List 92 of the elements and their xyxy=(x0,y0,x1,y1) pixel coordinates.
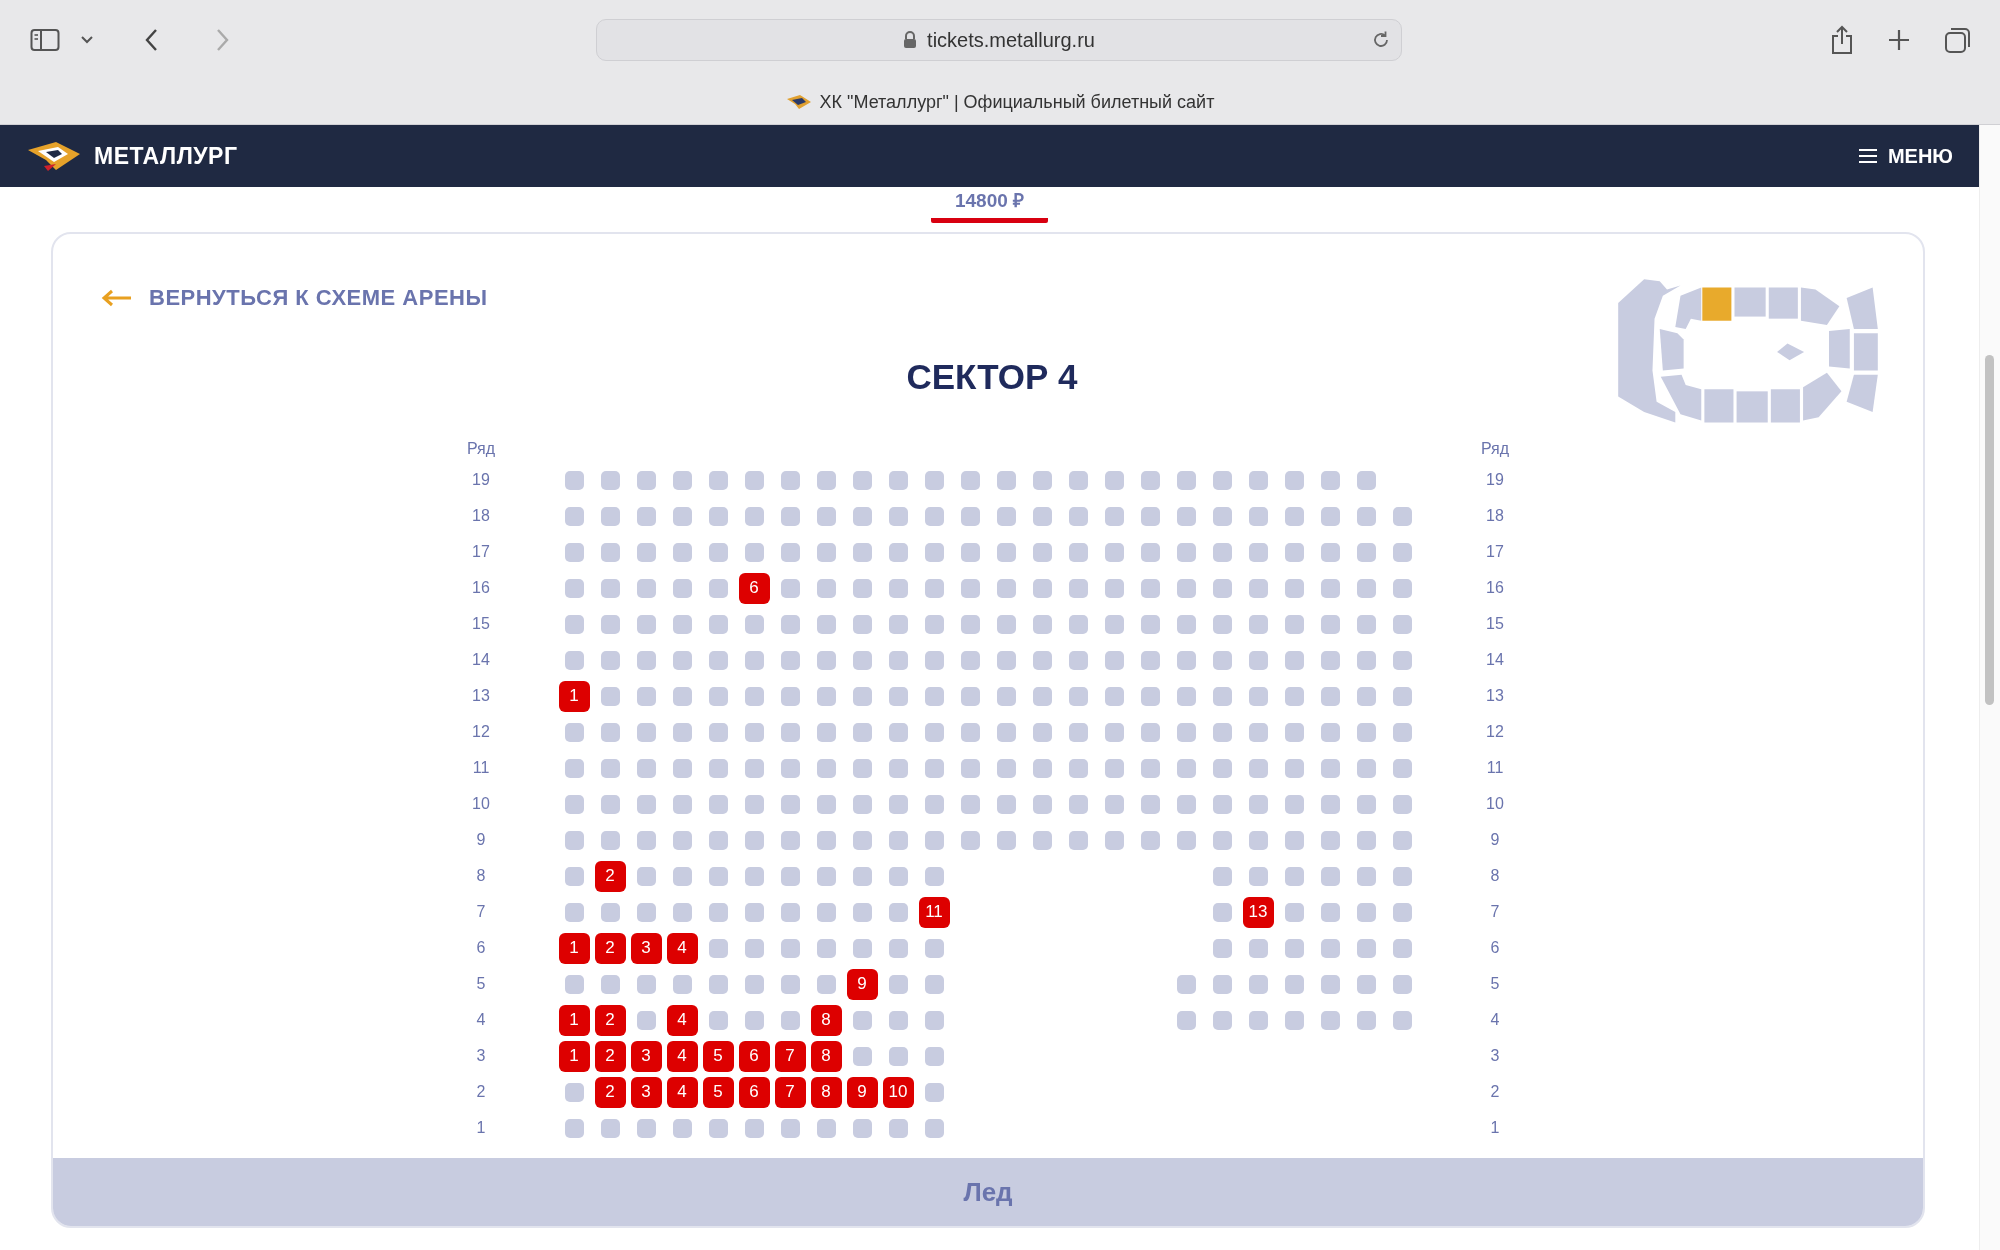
logo-icon xyxy=(785,93,812,111)
url-text: tickets.metallurg.ru xyxy=(927,28,1095,52)
row-number: 9 xyxy=(475,831,487,849)
available-seat[interactable]: 3 xyxy=(630,1040,662,1072)
row-heading: Ряд xyxy=(465,440,497,458)
row-number: 9 xyxy=(1489,831,1501,849)
available-seat[interactable]: 8 xyxy=(810,1076,842,1108)
row-number: 15 xyxy=(471,615,491,633)
available-seat[interactable]: 6 xyxy=(738,572,770,604)
row-number: 2 xyxy=(1489,1083,1501,1101)
menu-icon xyxy=(1857,148,1878,164)
row-number: 18 xyxy=(471,507,491,525)
available-seat[interactable]: 4 xyxy=(666,1004,698,1036)
row-number: 8 xyxy=(1489,867,1501,885)
row-number: 11 xyxy=(471,759,491,777)
menu-button[interactable]: МЕНЮ xyxy=(1857,140,1953,172)
row-number: 12 xyxy=(1485,723,1505,741)
row-number: 5 xyxy=(1489,975,1501,993)
row-number: 19 xyxy=(1485,471,1505,489)
row-number: 1 xyxy=(1489,1119,1501,1137)
available-seat[interactable]: 1 xyxy=(558,932,590,964)
row-number: 15 xyxy=(1485,615,1505,633)
row-number: 6 xyxy=(1489,939,1501,957)
available-seat[interactable]: 2 xyxy=(594,1004,626,1036)
available-seat[interactable]: 6 xyxy=(738,1076,770,1108)
available-seat[interactable]: 9 xyxy=(846,1076,878,1108)
row-number: 2 xyxy=(475,1083,487,1101)
row-number: 17 xyxy=(1485,543,1505,561)
row-heading: Ряд xyxy=(1479,440,1511,458)
available-seat[interactable]: 3 xyxy=(630,1076,662,1108)
sidebar-icon[interactable] xyxy=(30,28,60,52)
available-seat[interactable]: 1 xyxy=(558,1004,590,1036)
row-number: 13 xyxy=(471,687,491,705)
available-seat[interactable]: 10 xyxy=(882,1076,914,1108)
available-seat[interactable]: 2 xyxy=(594,860,626,892)
available-seat[interactable]: 8 xyxy=(810,1004,842,1036)
row-number: 14 xyxy=(1485,651,1505,669)
row-number: 16 xyxy=(1485,579,1505,597)
available-seat[interactable]: 13 xyxy=(1242,896,1274,928)
row-number: 3 xyxy=(1489,1047,1501,1065)
address-bar[interactable]: tickets.metallurg.ru xyxy=(596,19,1402,61)
available-seat[interactable]: 4 xyxy=(666,1040,698,1072)
row-number: 6 xyxy=(475,939,487,957)
available-seat[interactable]: 4 xyxy=(666,1076,698,1108)
available-seat[interactable]: 3 xyxy=(630,932,662,964)
row-number: 19 xyxy=(471,471,491,489)
brand-name[interactable]: МЕТАЛЛУРГ xyxy=(94,142,238,170)
row-number: 14 xyxy=(471,651,491,669)
row-number: 13 xyxy=(1485,687,1505,705)
plus-icon[interactable] xyxy=(1888,29,1910,51)
row-number: 16 xyxy=(471,579,491,597)
available-seat[interactable]: 9 xyxy=(846,968,878,1000)
row-number: 10 xyxy=(471,795,491,813)
available-seat[interactable]: 5 xyxy=(702,1040,734,1072)
row-number: 4 xyxy=(1489,1011,1501,1029)
tabs-icon[interactable] xyxy=(1944,26,1972,54)
row-number: 5 xyxy=(475,975,487,993)
lock-icon xyxy=(903,31,918,49)
available-seat[interactable]: 11 xyxy=(918,896,950,928)
available-seat[interactable]: 1 xyxy=(558,1040,590,1072)
reload-icon[interactable] xyxy=(1371,30,1391,50)
chevron-down-icon[interactable] xyxy=(80,35,94,45)
row-number: 1 xyxy=(475,1119,487,1137)
available-seat[interactable]: 2 xyxy=(594,1076,626,1108)
available-seat[interactable]: 2 xyxy=(594,932,626,964)
row-number: 17 xyxy=(471,543,491,561)
price-tab[interactable]: 14800 ₽ xyxy=(930,183,1049,223)
row-number: 8 xyxy=(475,867,487,885)
row-number: 18 xyxy=(1485,507,1505,525)
row-number: 11 xyxy=(1485,759,1505,777)
arrow-left-icon xyxy=(101,288,133,308)
row-number: 7 xyxy=(1489,903,1501,921)
row-number: 3 xyxy=(475,1047,487,1065)
available-seat[interactable]: 6 xyxy=(738,1040,770,1072)
browser-tab[interactable]: ХК "Металлург" | Официальный билетный сайт xyxy=(775,87,1225,117)
tab-title: ХК "Металлург" | Официальный билетный сайт xyxy=(819,91,1215,113)
back-icon[interactable] xyxy=(144,28,160,52)
share-icon[interactable] xyxy=(1830,25,1854,55)
row-number: 12 xyxy=(471,723,491,741)
row-number: 10 xyxy=(1485,795,1505,813)
row-number: 4 xyxy=(475,1011,487,1029)
available-seat[interactable]: 5 xyxy=(702,1076,734,1108)
available-seat[interactable]: 8 xyxy=(810,1040,842,1072)
sector-title: СЕКТОР 4 xyxy=(906,357,1078,397)
ice-label: Лед xyxy=(963,1176,1013,1208)
available-seat[interactable]: 7 xyxy=(774,1076,806,1108)
available-seat[interactable]: 1 xyxy=(558,680,590,712)
available-seat[interactable]: 7 xyxy=(774,1040,806,1072)
row-number: 7 xyxy=(475,903,487,921)
back-link[interactable]: ВЕРНУТЬСЯ К СХЕМЕ АРЕНЫ xyxy=(101,280,907,316)
available-seat[interactable]: 2 xyxy=(594,1040,626,1072)
available-seat[interactable]: 4 xyxy=(666,932,698,964)
